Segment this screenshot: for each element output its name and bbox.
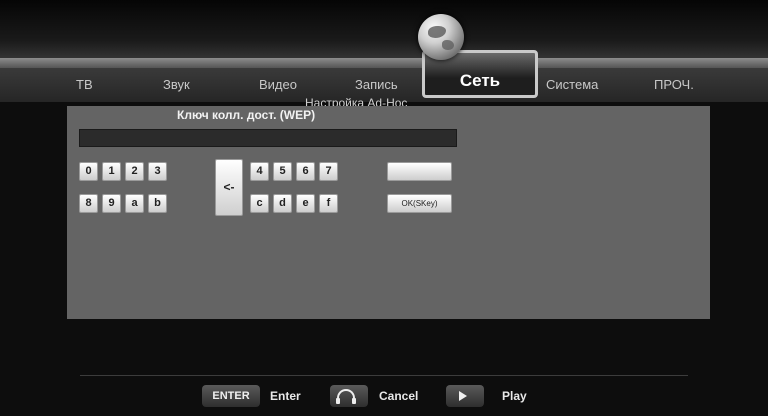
play-icon bbox=[459, 391, 467, 401]
cancel-label: Cancel bbox=[379, 389, 419, 403]
key-5[interactable]: 5 bbox=[273, 162, 292, 181]
key-0[interactable]: 0 bbox=[79, 162, 98, 181]
tab-video[interactable]: Видео bbox=[259, 77, 297, 92]
dialog-title: Ключ колл. дост. (WEP) bbox=[177, 108, 316, 122]
key-9[interactable]: 9 bbox=[102, 194, 121, 213]
key-a[interactable]: a bbox=[125, 194, 144, 213]
ok-skey-button[interactable]: OK(SKey) bbox=[387, 194, 452, 213]
key-d[interactable]: d bbox=[273, 194, 292, 213]
backspace-key[interactable]: <- bbox=[215, 159, 243, 216]
footer-divider bbox=[80, 375, 688, 376]
key-2[interactable]: 2 bbox=[125, 162, 144, 181]
globe-icon bbox=[418, 14, 464, 60]
wep-key-dialog: Ключ колл. дост. (WEP) 0 1 2 3 8 9 a b <… bbox=[67, 106, 710, 319]
key-6[interactable]: 6 bbox=[296, 162, 315, 181]
cancel-button[interactable] bbox=[330, 385, 368, 407]
tab-system[interactable]: Система bbox=[546, 77, 598, 92]
top-bar bbox=[0, 0, 768, 58]
headphone-icon bbox=[336, 389, 356, 404]
key-e[interactable]: e bbox=[296, 194, 315, 213]
enter-label: Enter bbox=[270, 389, 301, 403]
blank-wide-key[interactable] bbox=[387, 162, 452, 181]
key-f[interactable]: f bbox=[319, 194, 338, 213]
wep-key-input[interactable] bbox=[79, 129, 457, 147]
key-1[interactable]: 1 bbox=[102, 162, 121, 181]
key-c[interactable]: c bbox=[250, 194, 269, 213]
key-8[interactable]: 8 bbox=[79, 194, 98, 213]
key-7[interactable]: 7 bbox=[319, 162, 338, 181]
tab-other[interactable]: ПРОЧ. bbox=[654, 77, 694, 92]
tab-record[interactable]: Запись bbox=[355, 77, 398, 92]
key-4[interactable]: 4 bbox=[250, 162, 269, 181]
enter-key-badge[interactable]: ENTER bbox=[202, 385, 260, 407]
play-label: Play bbox=[502, 389, 527, 403]
key-3[interactable]: 3 bbox=[148, 162, 167, 181]
menu-stripe bbox=[0, 58, 768, 68]
key-b[interactable]: b bbox=[148, 194, 167, 213]
tab-tv[interactable]: ТВ bbox=[76, 77, 93, 92]
play-button[interactable] bbox=[446, 385, 484, 407]
tab-sound[interactable]: Звук bbox=[163, 77, 190, 92]
